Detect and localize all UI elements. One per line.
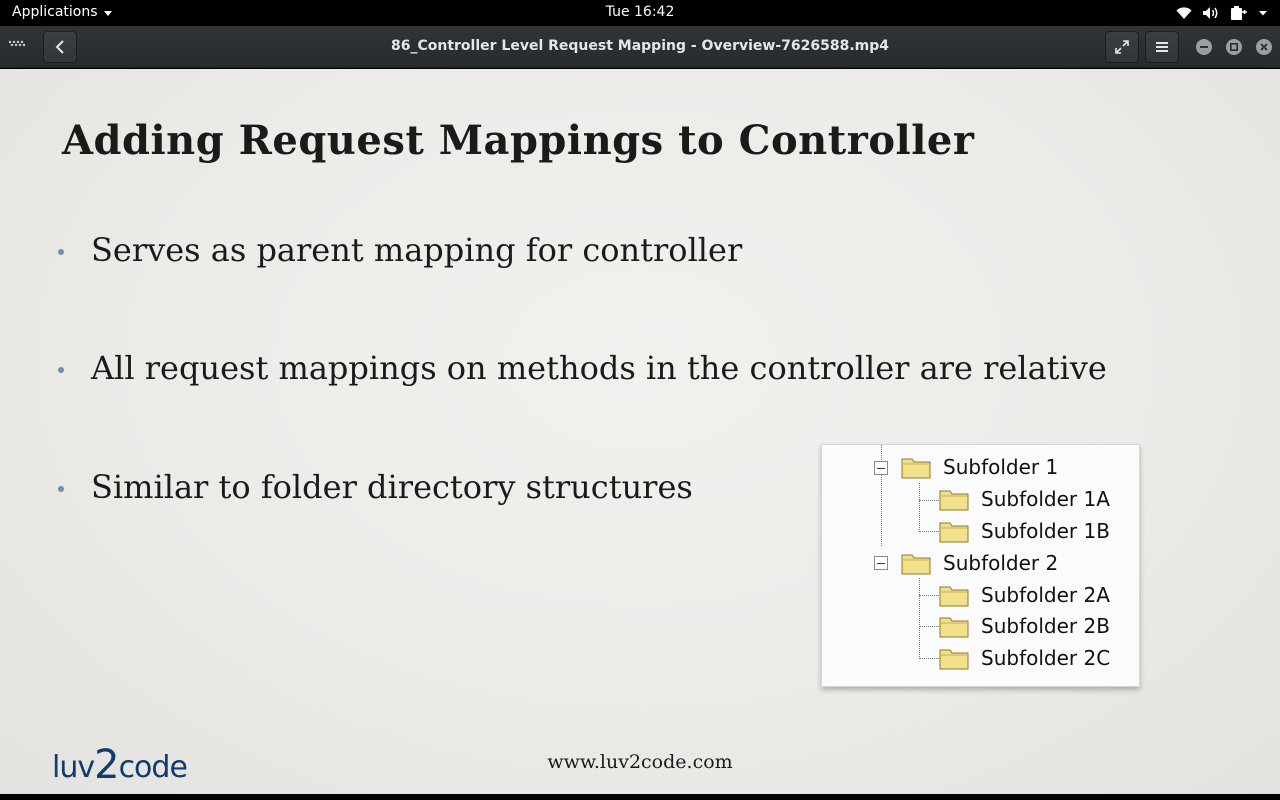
battery-power-icon <box>1231 6 1247 20</box>
tree-connector <box>919 500 939 501</box>
folder-icon <box>939 586 969 607</box>
video-frame[interactable]: Adding Request Mappings to Controller Se… <box>0 69 1280 794</box>
tree-folder: Subfolder 2 <box>901 549 1058 577</box>
hamburger-icon <box>1156 42 1168 52</box>
tree-folder: Subfolder 2C <box>939 644 1110 672</box>
slide-title: Adding Request Mappings to Controller <box>62 117 975 164</box>
tree-folder: Subfolder 2B <box>939 612 1110 640</box>
fullscreen-icon <box>1115 40 1129 54</box>
collapse-icon <box>874 556 888 570</box>
tree-connector <box>919 531 939 532</box>
maximize-icon <box>1230 43 1238 51</box>
bullet-text: Similar to folder directory structures <box>91 468 693 506</box>
close-button[interactable] <box>1256 39 1272 55</box>
folder-icon <box>939 522 969 543</box>
bullet-item: All request mappings on methods in the c… <box>58 349 1107 387</box>
footer-url: www.luv2code.com <box>547 751 733 773</box>
bullet-dot-icon <box>58 486 64 492</box>
folder-icon <box>939 649 969 670</box>
chevron-left-icon <box>55 40 64 54</box>
maximize-button[interactable] <box>1226 39 1242 55</box>
bullet-text: Serves as parent mapping for controller <box>91 231 743 269</box>
tree-connector <box>919 483 920 532</box>
player-header-bar: 86_Controller Level Request Mapping - Ov… <box>0 26 1280 68</box>
volume-icon <box>1203 7 1218 19</box>
tree-folder: Subfolder 1B <box>939 517 1110 545</box>
tree-folder: Subfolder 2A <box>939 581 1110 609</box>
drag-handle-icon[interactable] <box>8 40 26 50</box>
tree-folder: Subfolder 1 <box>901 453 1058 481</box>
menu-button[interactable] <box>1145 31 1179 63</box>
collapse-icon <box>874 461 888 475</box>
minimize-icon <box>1200 46 1208 48</box>
player-bottom-edge <box>0 794 1280 800</box>
folder-tree-image: Subfolder 1 Subfolder 1A Subfolder 1B Su… <box>821 444 1140 687</box>
folder-icon <box>939 490 969 511</box>
bullet-dot-icon <box>58 367 64 373</box>
tree-folder-label: Subfolder 2A <box>981 583 1110 607</box>
tree-folder-label: Subfolder 1 <box>943 455 1059 479</box>
tree-connector <box>919 626 939 627</box>
tree-connector <box>919 595 939 596</box>
minimize-button[interactable] <box>1196 39 1212 55</box>
folder-icon <box>901 458 931 479</box>
bullet-item: Similar to folder directory structures <box>58 468 693 506</box>
chevron-down-icon <box>103 10 112 16</box>
applications-menu[interactable]: Applications <box>12 4 112 20</box>
close-icon <box>1260 43 1268 51</box>
tree-connector <box>919 578 920 659</box>
tree-folder-label: Subfolder 2 <box>943 551 1059 575</box>
system-top-bar: Applications Tue 16:42 <box>0 0 1280 26</box>
wifi-icon <box>1176 7 1192 19</box>
tree-folder-label: Subfolder 1A <box>981 487 1110 511</box>
back-button[interactable] <box>43 31 77 63</box>
fullscreen-button[interactable] <box>1105 31 1139 63</box>
clock[interactable]: Tue 16:42 <box>606 4 675 20</box>
bullet-item: Serves as parent mapping for controller <box>58 231 742 269</box>
folder-icon <box>939 617 969 638</box>
tree-folder-label: Subfolder 2C <box>981 646 1111 670</box>
system-tray[interactable] <box>1176 3 1268 23</box>
folder-icon <box>901 554 931 575</box>
applications-label: Applications <box>12 4 98 20</box>
chevron-down-icon <box>1259 11 1267 16</box>
bullet-text: All request mappings on methods in the c… <box>91 349 1107 387</box>
tree-folder-label: Subfolder 1B <box>981 519 1110 543</box>
video-title: 86_Controller Level Request Mapping - Ov… <box>390 38 889 54</box>
bullet-dot-icon <box>58 249 64 255</box>
tree-folder-label: Subfolder 2B <box>981 614 1110 638</box>
tree-folder: Subfolder 1A <box>939 485 1110 513</box>
tree-connector <box>919 658 939 659</box>
